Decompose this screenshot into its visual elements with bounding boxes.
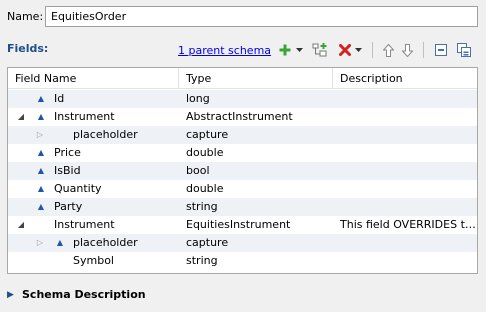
expand-triangle-icon: ▶ bbox=[7, 289, 14, 300]
field-name: Symbol bbox=[73, 254, 114, 267]
field-name-cell[interactable]: ▲ IsBid bbox=[8, 162, 179, 180]
field-type-cell[interactable]: string bbox=[179, 252, 333, 270]
field-name-cell[interactable]: Symbol bbox=[8, 252, 179, 270]
field-name-cell[interactable]: ▲ Quantity bbox=[8, 180, 179, 198]
field-description-cell[interactable]: This field OVERRIDES th… bbox=[333, 216, 477, 234]
attribute-icon: ▲ bbox=[37, 166, 45, 175]
table-row[interactable]: ▷ ▲ placeholder capture bbox=[8, 234, 477, 252]
column-header-description[interactable]: Description bbox=[333, 68, 477, 89]
field-name-cell[interactable]: ▲ Id bbox=[8, 90, 179, 108]
move-up-icon bbox=[382, 43, 394, 57]
collapsed-twisty-icon[interactable]: ▷ bbox=[35, 234, 45, 252]
field-name: Price bbox=[54, 146, 81, 159]
attribute-icon: ▲ bbox=[37, 94, 45, 103]
name-label: Name: bbox=[7, 10, 44, 23]
field-name-cell[interactable]: ▷ ▲ placeholder bbox=[8, 234, 179, 252]
expand-all-icon bbox=[457, 43, 471, 57]
move-down-icon bbox=[401, 43, 413, 57]
fields-label: Fields: bbox=[7, 42, 49, 55]
field-type-cell[interactable]: EquitiesInstrument bbox=[179, 216, 333, 234]
dropdown-arrow-icon bbox=[355, 48, 362, 52]
column-header-type[interactable]: Type bbox=[179, 68, 333, 89]
field-type-cell[interactable]: string bbox=[179, 198, 333, 216]
expand-all-button[interactable] bbox=[456, 39, 472, 61]
field-name-cell[interactable]: ◢ ▲ Instrument bbox=[8, 108, 179, 126]
field-description-cell[interactable] bbox=[333, 108, 477, 126]
table-row[interactable]: ▲ IsBid bool bbox=[8, 162, 477, 180]
attribute-icon: ▲ bbox=[37, 184, 45, 193]
field-description-cell[interactable] bbox=[333, 198, 477, 216]
schema-description-section[interactable]: ▶ Schema Description bbox=[7, 288, 146, 301]
expanded-twisty-icon[interactable]: ◢ bbox=[16, 108, 26, 126]
table-row[interactable]: ▲ Party string bbox=[8, 198, 477, 216]
add-child-icon bbox=[312, 42, 327, 56]
field-name: Instrument bbox=[54, 110, 115, 123]
table-row[interactable]: ▷ placeholder capture bbox=[8, 126, 477, 144]
field-type-cell[interactable]: long bbox=[179, 90, 333, 108]
table-header: Field Name Type Description bbox=[8, 68, 477, 89]
name-row: Name: bbox=[7, 6, 45, 27]
table-row[interactable]: ▲ Quantity double bbox=[8, 180, 477, 198]
dropdown-arrow-icon bbox=[296, 48, 303, 52]
field-type-cell[interactable]: bool bbox=[179, 162, 333, 180]
field-name: placeholder bbox=[73, 236, 138, 249]
field-type-cell[interactable]: double bbox=[179, 144, 333, 162]
collapsed-twisty-icon[interactable]: ▷ bbox=[35, 126, 45, 144]
delete-field-button[interactable] bbox=[338, 39, 351, 61]
field-name-cell[interactable]: ▷ placeholder bbox=[8, 126, 179, 144]
delete-field-dropdown[interactable] bbox=[354, 39, 363, 61]
add-field-dropdown[interactable] bbox=[295, 39, 304, 61]
move-down-button[interactable] bbox=[400, 39, 414, 61]
table-body: ▲ Id long ◢ ▲ Instrument AbstractInstrument ▷ pl… bbox=[8, 90, 477, 270]
field-name: Quantity bbox=[54, 182, 102, 195]
field-name: IsBid bbox=[54, 164, 81, 177]
expanded-twisty-icon[interactable]: ◢ bbox=[16, 216, 26, 234]
field-type-cell[interactable]: capture bbox=[179, 126, 333, 144]
toolbar-separator bbox=[372, 42, 373, 58]
field-type-cell[interactable]: double bbox=[179, 180, 333, 198]
table-row[interactable]: Symbol string bbox=[8, 252, 477, 270]
add-field-button[interactable] bbox=[278, 39, 292, 61]
field-name-cell[interactable]: ▲ Party bbox=[8, 198, 179, 216]
field-type-cell[interactable]: capture bbox=[179, 234, 333, 252]
schema-description-label: Schema Description bbox=[22, 288, 146, 301]
fields-toolbar: 1 parent schema bbox=[178, 39, 478, 61]
table-row[interactable]: ▲ Price double bbox=[8, 144, 477, 162]
field-name: Instrument bbox=[54, 218, 115, 231]
field-description-cell[interactable] bbox=[333, 252, 477, 270]
add-child-field-button[interactable] bbox=[311, 39, 329, 61]
field-description-cell[interactable] bbox=[333, 162, 477, 180]
table-row[interactable]: ▲ Id long bbox=[8, 90, 477, 108]
toolbar-separator bbox=[423, 42, 424, 58]
field-description-cell[interactable] bbox=[333, 144, 477, 162]
move-up-button[interactable] bbox=[381, 39, 395, 61]
table-row[interactable]: ◢ ▲ Instrument AbstractInstrument bbox=[8, 108, 477, 126]
collapse-all-icon bbox=[435, 44, 447, 56]
delete-icon bbox=[338, 44, 351, 56]
field-name-cell[interactable]: ◢ Instrument bbox=[8, 216, 179, 234]
field-description-cell[interactable] bbox=[333, 126, 477, 144]
field-name-cell[interactable]: ▲ Price bbox=[8, 144, 179, 162]
fields-table: Field Name Type Description ▲ Id long ◢ ▲ Ins… bbox=[7, 67, 478, 274]
attribute-icon: ▲ bbox=[37, 148, 45, 157]
attribute-icon: ▲ bbox=[37, 112, 45, 121]
name-input[interactable] bbox=[45, 6, 478, 27]
field-description-cell[interactable] bbox=[333, 90, 477, 108]
attribute-icon: ▲ bbox=[37, 202, 45, 211]
field-description-cell[interactable] bbox=[333, 234, 477, 252]
add-icon bbox=[279, 44, 291, 56]
field-description-cell[interactable] bbox=[333, 180, 477, 198]
field-type-cell[interactable]: AbstractInstrument bbox=[179, 108, 333, 126]
attribute-icon: ▲ bbox=[56, 238, 64, 247]
field-name: placeholder bbox=[73, 128, 138, 141]
field-name: Party bbox=[54, 200, 83, 213]
collapse-all-button[interactable] bbox=[434, 39, 448, 61]
table-row[interactable]: ◢ Instrument EquitiesInstrument This field … bbox=[8, 216, 477, 234]
parent-schema-link[interactable]: 1 parent schema bbox=[178, 39, 271, 61]
field-name: Id bbox=[54, 92, 65, 105]
column-header-field-name[interactable]: Field Name bbox=[8, 68, 179, 89]
